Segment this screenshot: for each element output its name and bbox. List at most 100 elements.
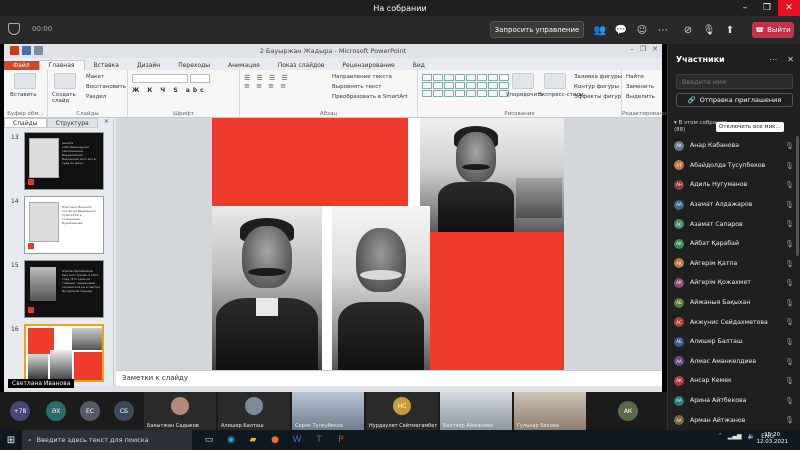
paragraph-buttons[interactable]: ☰ ☰ ☰ ☰ ≡ ≡ ≡ ≡ <box>244 74 328 98</box>
undo-icon[interactable] <box>34 46 43 55</box>
shape-effects-button[interactable]: Эффекты фигур <box>574 94 621 100</box>
gallery-avatar[interactable]: СБ <box>114 401 134 421</box>
gallery-avatar[interactable]: АК <box>618 401 638 421</box>
notes-pane[interactable]: Заметки к слайду <box>116 370 662 386</box>
participant-row[interactable]: АҚ Айгерім Қожахмет 🎙 <box>674 273 798 293</box>
more-options-icon[interactable]: ⋯ <box>769 55 777 64</box>
ppt-restore-icon[interactable]: ❐ <box>640 45 646 53</box>
camera-off-icon[interactable]: ⊘ <box>680 22 696 38</box>
gallery-avatar[interactable]: ӘХ <box>46 401 66 421</box>
slide-thumbnail-selected[interactable]: 16 <box>6 324 106 384</box>
shape-outline-button[interactable]: Контур фигуры <box>574 84 619 90</box>
leave-button[interactable]: ☎ Выйти <box>752 22 794 38</box>
ppt-minimize-icon[interactable]: – <box>630 45 634 53</box>
shapes-gallery[interactable] <box>422 74 509 97</box>
windows-start-icon[interactable]: ⊞ <box>0 430 22 450</box>
align-text-button[interactable]: Выровнять текст <box>332 84 381 90</box>
chat-icon[interactable]: 💬 <box>613 22 629 38</box>
shape-fill-button[interactable]: Заливка фигуры <box>574 74 622 80</box>
tab-outline[interactable]: Структура <box>46 118 98 128</box>
section-button[interactable]: Раздел <box>86 94 106 100</box>
tab-file[interactable]: Файл <box>4 61 39 70</box>
firefox-icon[interactable]: ● <box>268 433 282 447</box>
participant-row[interactable]: АК Ансар Кемек 🎙 <box>674 371 798 391</box>
gallery-avatar[interactable]: ЕС <box>80 401 100 421</box>
more-participants-badge[interactable]: +78 <box>10 401 30 421</box>
participant-row[interactable]: АА Арман Айтжанов 🎙 <box>674 410 798 430</box>
participant-row[interactable]: АА Азамат Алдажаров 🎙 <box>674 195 798 215</box>
mic-off-icon[interactable]: 🎙 <box>701 22 717 38</box>
participant-row[interactable]: АБ Алишер Балташ 🎙 <box>674 332 798 352</box>
slide-canvas[interactable] <box>116 118 662 370</box>
mic-muted-icon[interactable]: 🎙 <box>785 279 794 287</box>
find-button[interactable]: Найти <box>626 74 644 80</box>
people-icon[interactable]: 👥 <box>592 22 608 38</box>
current-slide[interactable] <box>212 118 564 370</box>
smartart-button[interactable]: Преобразовать в SmartArt <box>332 94 408 100</box>
participant-video-tile[interactable]: Гульнар Бекова <box>514 392 586 430</box>
quick-styles-icon[interactable] <box>544 73 566 89</box>
participant-row[interactable]: АҚ Айгерім Қатпа 🎙 <box>674 254 798 274</box>
slide-thumbnail[interactable]: 15 Алихан Букейханов был расстрелян в 19… <box>6 260 106 320</box>
participant-tile[interactable]: НС Нурдаулет Сейтмагамбет <box>366 392 438 430</box>
participant-row[interactable]: АБ Айжаныя Бақыхан 🎙 <box>674 293 798 313</box>
mic-muted-icon[interactable]: 🎙 <box>785 162 794 170</box>
mute-all-button[interactable]: Отключить все мик... <box>716 122 784 132</box>
mic-muted-icon[interactable]: 🎙 <box>785 220 794 228</box>
network-icon[interactable]: ▂▄▆ <box>728 433 742 440</box>
paste-icon[interactable] <box>14 73 36 89</box>
task-view-icon[interactable]: ▭ <box>202 433 216 447</box>
taskbar-search[interactable]: ⌕ Введите здесь текст для поиска <box>22 430 192 450</box>
mic-muted-icon[interactable]: 🎙 <box>785 181 794 189</box>
participant-row[interactable]: АН Адиль Нугуманов 🎙 <box>674 175 798 195</box>
tab-insert[interactable]: Вставка <box>85 61 128 70</box>
participant-row[interactable]: АК Айбат Қарабай 🎙 <box>674 234 798 254</box>
taskbar-clock[interactable]: 15:20 12.03.2021 <box>757 432 789 446</box>
edge-icon[interactable]: ◉ <box>224 433 238 447</box>
mic-muted-icon[interactable]: 🎙 <box>785 260 794 268</box>
tab-slides[interactable]: Слайды <box>4 118 47 128</box>
teams-icon[interactable]: T <box>312 433 326 447</box>
font-format-buttons[interactable]: Ж К Ч S abc <box>132 87 232 96</box>
more-icon[interactable]: ⋯ <box>655 22 671 38</box>
mic-muted-icon[interactable]: 🎙 <box>785 397 794 405</box>
font-name-select[interactable] <box>132 74 188 83</box>
mic-muted-icon[interactable]: 🎙 <box>785 318 794 326</box>
tab-transitions[interactable]: Переходы <box>169 61 219 70</box>
maximize-icon[interactable]: ❐ <box>756 0 778 16</box>
close-panel-icon[interactable]: ✕ <box>787 55 794 64</box>
tab-review[interactable]: Рецензирование <box>333 61 403 70</box>
participant-row[interactable]: АК Анар Кабанова 🎙 <box>674 136 798 156</box>
request-control-button[interactable]: Запросить управление <box>490 21 584 38</box>
participant-scrollbar[interactable] <box>796 136 799 256</box>
participant-row[interactable]: АА Алмас Аманкелдиев 🎙 <box>674 352 798 372</box>
save-icon[interactable] <box>22 46 31 55</box>
select-button[interactable]: Выделить <box>626 94 655 100</box>
share-icon[interactable]: ⬆ <box>722 22 738 38</box>
participant-row[interactable]: АА Арина Айтбекова 🎙 <box>674 391 798 411</box>
new-slide-icon[interactable] <box>54 73 76 89</box>
mic-muted-icon[interactable]: 🎙 <box>785 358 794 366</box>
word-icon[interactable]: W <box>290 433 304 447</box>
slide-thumbnail[interactable]: 14 Приговор Военной коллегии Верховного … <box>6 196 106 256</box>
participant-row[interactable]: АТ Абайдолда Тусупбеков 🎙 <box>674 156 798 176</box>
reactions-icon[interactable]: ☺ <box>634 22 650 38</box>
new-slide-button[interactable]: Создать слайд <box>52 92 82 104</box>
participant-search-input[interactable] <box>676 74 793 89</box>
ppt-close-icon[interactable]: ✕ <box>652 45 658 53</box>
participant-row[interactable]: АС Азамат Сапаров 🎙 <box>674 214 798 234</box>
panel-close-icon[interactable]: ✕ <box>100 118 113 128</box>
mic-muted-icon[interactable]: 🎙 <box>785 338 794 346</box>
tab-animation[interactable]: Анимация <box>219 61 269 70</box>
tab-design[interactable]: Дизайн <box>128 61 169 70</box>
arrange-icon[interactable] <box>512 73 534 89</box>
tab-home[interactable]: Главная <box>38 60 85 70</box>
mic-muted-icon[interactable]: 🎙 <box>785 142 794 150</box>
powerpoint-icon[interactable]: P <box>334 433 348 447</box>
slide-thumbnail[interactable]: 13 Анкета собственноручно заполненная Ба… <box>6 132 106 192</box>
close-icon[interactable]: ✕ <box>778 0 800 16</box>
text-direction-button[interactable]: Направление текста <box>332 74 392 80</box>
mic-muted-icon[interactable]: 🎙 <box>785 377 794 385</box>
volume-icon[interactable]: 🔈 <box>748 433 755 440</box>
minimize-icon[interactable]: – <box>734 0 756 16</box>
